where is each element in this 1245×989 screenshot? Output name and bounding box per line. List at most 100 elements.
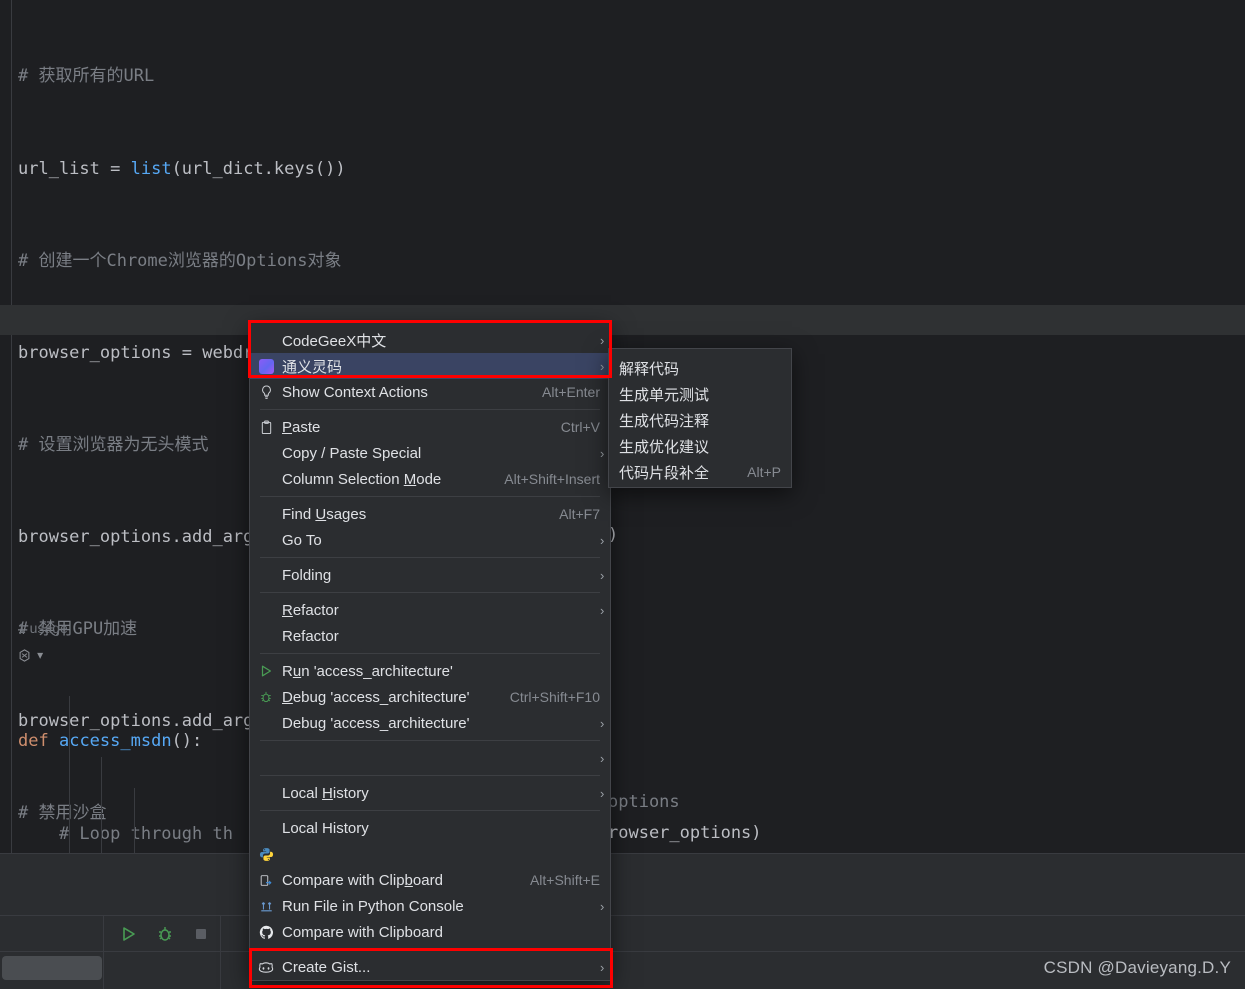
menu-item-label: Run 'access_architecture' (282, 662, 453, 680)
chevron-right-icon: › (600, 567, 605, 583)
status-placeholder-pill (2, 956, 102, 980)
lightbulb-icon (250, 384, 282, 400)
code-line: # Loop through th (18, 819, 233, 850)
menu-item-go-to[interactable]: Go To › (250, 527, 610, 553)
submenu-item-shortcut: Alt+P (747, 464, 781, 480)
clipboard-icon (250, 419, 282, 435)
toolbar-separator (103, 916, 104, 989)
menu-item-execute-line-in-python-console[interactable]: Local History (250, 815, 610, 841)
tongyi-lingma-icon (250, 358, 282, 374)
github-icon (250, 925, 282, 940)
debug-bug-icon[interactable] (156, 925, 174, 943)
menu-separator (260, 592, 600, 593)
usage-hint[interactable]: 1 usage (18, 620, 68, 636)
menu-item-shortcut: Alt+Shift+E (529, 872, 600, 888)
submenu-item-explain-code[interactable]: 解释代码 (609, 355, 791, 381)
submenu-item-code-snippet-completion[interactable]: 代码片段补全 Alt+P (609, 459, 791, 485)
stop-icon[interactable] (192, 925, 210, 943)
menu-separator (260, 775, 600, 776)
code-line: url_list = list(url_dict.keys()) (18, 158, 346, 179)
menu-item-run-file-in-python-console[interactable] (250, 841, 610, 867)
menu-item-shortcut: Alt+Shift+Insert (504, 471, 600, 487)
menu-item-show-context-actions[interactable]: Show Context Actions Alt+Enter (250, 379, 610, 405)
menu-item-label: Paste (282, 418, 321, 436)
tongyi-gutter-icon[interactable]: ▾ (16, 646, 43, 663)
code-line: browser_options.add_argument("headless") (18, 526, 427, 547)
code-line: # 创建一个Chrome浏览器的Options对象 (14, 246, 1245, 277)
run-toolbar[interactable] (120, 925, 210, 943)
panel-divider (0, 853, 1245, 854)
copilot-icon (250, 960, 282, 974)
submenu-item-generate-code-comment[interactable]: 生成代码注释 (609, 407, 791, 433)
menu-separator (260, 409, 600, 410)
chevron-right-icon: › (600, 602, 605, 618)
menu-item-debug-access-architecture[interactable]: Debug 'access_architecture' Ctrl+Shift+F… (250, 684, 610, 710)
code-line: # 禁用GPU加速 (14, 614, 1245, 645)
menu-item-open-in[interactable]: › (250, 745, 610, 771)
editor-gutter[interactable] (0, 0, 12, 853)
menu-item-label: Find Usages (282, 505, 367, 523)
keyword-def: def (18, 731, 49, 752)
menu-separator (260, 557, 600, 558)
menu-item-copy-paste-special[interactable]: Copy / Paste Special › (250, 440, 610, 466)
menu-item-compare-with-clipboard[interactable]: Compare with Clipboard Alt+Shift+E (250, 867, 610, 893)
chevron-right-icon: › (600, 785, 605, 801)
chevron-right-icon: › (600, 715, 605, 731)
run-play-icon[interactable] (120, 925, 138, 943)
debug-bug-icon (250, 690, 282, 704)
menu-item-find-usages[interactable]: Find Usages Alt+F7 (250, 501, 610, 527)
menu-item-shortcut: Alt+Enter (542, 384, 600, 400)
menu-item-folding[interactable]: Folding › (250, 562, 610, 588)
menu-item-label: Go To (282, 531, 322, 549)
tongyi-lingma-submenu[interactable]: 解释代码 生成单元测试 生成代码注释 生成优化建议 代码片段补全 Alt+P (608, 348, 792, 488)
submenu-item-label: 生成单元测试 (619, 386, 710, 404)
code-fragment-options: options (608, 792, 680, 812)
code-line: # 获取所有的URL (14, 61, 1245, 92)
menu-item-paste[interactable]: Paste Ctrl+V (250, 414, 610, 440)
menu-item-codegeex[interactable]: CodeGeeX中文 › (250, 327, 610, 353)
python-icon (250, 847, 282, 862)
submenu-item-generate-unit-test[interactable]: 生成单元测试 (609, 381, 791, 407)
submenu-item-label: 解释代码 (619, 360, 680, 378)
chevron-right-icon: › (600, 532, 605, 548)
menu-item-refactor[interactable]: Refactor › (250, 597, 610, 623)
code-line: def access_msdn(): (18, 731, 203, 752)
menu-item-local-history[interactable]: Local History › (250, 780, 610, 806)
menu-item-diagrams[interactable]: Run File in Python Console › (250, 893, 610, 919)
chevron-right-icon: › (600, 332, 605, 348)
menu-item-run-access-architecture[interactable]: Run 'access_architecture' (250, 658, 610, 684)
menu-item-create-gist[interactable]: Compare with Clipboard (250, 919, 610, 945)
menu-item-label: Debug 'access_architecture' (282, 714, 470, 732)
menu-item-column-selection-mode[interactable]: Column Selection Mode Alt+Shift+Insert (250, 466, 610, 492)
menu-item-generate[interactable]: Refactor (250, 623, 610, 649)
menu-item-label: Run File in Python Console (282, 897, 464, 915)
chevron-right-icon: › (600, 959, 605, 975)
menu-item-more-run-debug[interactable]: Debug 'access_architecture' › (250, 710, 610, 736)
menu-separator (260, 653, 600, 654)
menu-item-label: Debug 'access_architecture' (282, 688, 470, 706)
run-play-icon (250, 664, 282, 678)
menu-separator (260, 740, 600, 741)
indent-guide (69, 696, 70, 853)
chevron-right-icon: › (600, 750, 605, 766)
menu-item-label: Column Selection Mode (282, 470, 442, 488)
diagrams-icon (250, 899, 282, 913)
menu-item-label: Copy / Paste Special (282, 444, 422, 462)
menu-item-shortcut: Ctrl+Shift+F10 (509, 689, 600, 705)
menu-item-label: Local History (282, 784, 369, 802)
menu-item-label: Folding (282, 566, 332, 584)
chevron-right-icon: › (600, 898, 605, 914)
menu-item-label: Refactor (282, 601, 339, 619)
code-fragment-browser-options: rowser_options) (608, 823, 762, 843)
menu-item-github-copilot[interactable]: Create Gist... › (250, 954, 610, 980)
submenu-item-label: 生成代码注释 (619, 412, 710, 430)
menu-item-label: 通义灵码 (282, 358, 343, 376)
submenu-item-label: 代码片段补全 (619, 464, 710, 482)
editor-context-menu[interactable]: CodeGeeX中文 › 通义灵码 › Show Context Actions… (249, 322, 611, 981)
menu-item-label: Create Gist... (282, 958, 371, 976)
menu-item-label: Refactor (282, 627, 339, 645)
submenu-item-generate-optimization[interactable]: 生成优化建议 (609, 433, 791, 459)
indent-guide (101, 757, 102, 853)
menu-item-tongyi-lingma[interactable]: 通义灵码 › (250, 353, 610, 379)
function-name: access_msdn (58, 731, 172, 752)
